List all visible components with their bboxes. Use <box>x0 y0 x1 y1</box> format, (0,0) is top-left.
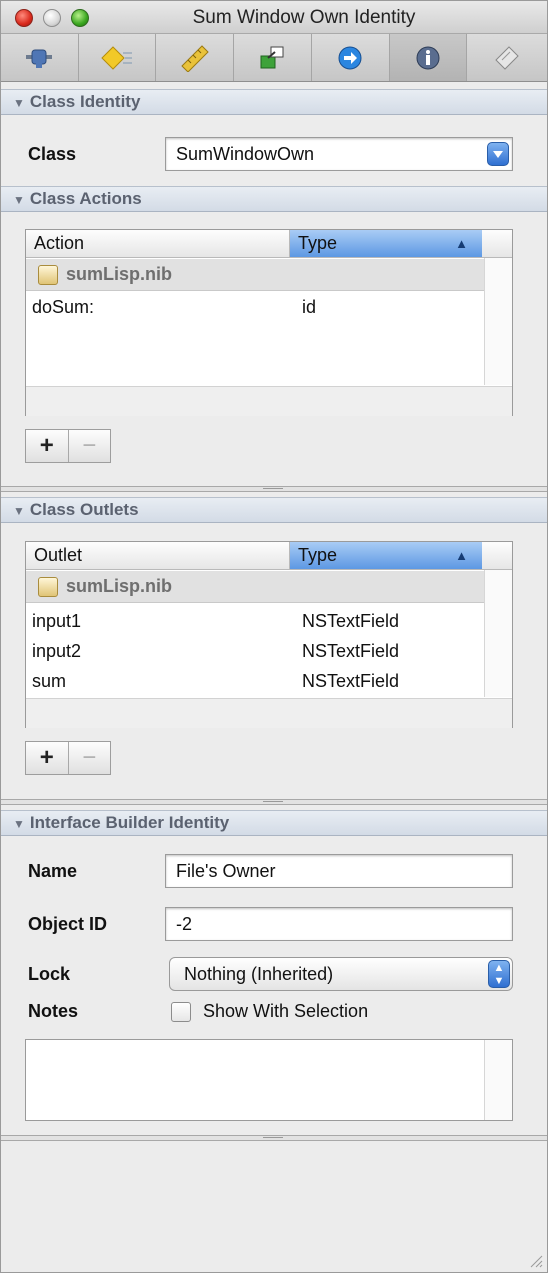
nib-file-icon <box>38 577 58 597</box>
disclosure-triangle-icon[interactable]: ▼ <box>13 193 25 207</box>
outlet-type[interactable]: NSTextField <box>302 606 399 636</box>
sort-ascending-icon: ▲ <box>455 236 468 251</box>
group-row[interactable]: sumLisp.nib <box>26 259 484 291</box>
disclosure-triangle-icon[interactable]: ▼ <box>13 504 25 518</box>
outlets-add-remove: + − <box>25 741 111 775</box>
object-id-field[interactable]: -2 <box>165 907 513 941</box>
section-splitter[interactable] <box>1 799 547 805</box>
lock-value: Nothing (Inherited) <box>184 964 334 984</box>
effects-icon <box>101 45 133 70</box>
connections-icon <box>260 46 284 68</box>
window-title: Sum Window Own Identity <box>192 7 416 28</box>
bindings-icon <box>338 46 362 69</box>
attributes-icon <box>26 49 53 68</box>
chevron-down-icon <box>493 151 503 158</box>
column-header-type[interactable]: Type ▲ <box>290 230 482 258</box>
column-header-outlet[interactable]: Outlet <box>26 542 290 570</box>
outlet-name[interactable]: sum <box>32 666 66 696</box>
add-outlet-button[interactable]: + <box>26 742 69 774</box>
section-title: Class Actions <box>29 189 142 208</box>
script-icon <box>495 45 519 70</box>
section-title: Class Identity <box>29 92 141 111</box>
section-splitter[interactable] <box>1 486 547 492</box>
remove-outlet-button[interactable]: − <box>69 742 111 774</box>
lock-label: Lock <box>28 964 71 984</box>
column-header-type[interactable]: Type ▲ <box>290 542 482 570</box>
tab-size[interactable] <box>156 34 235 81</box>
section-title: Interface Builder Identity <box>29 813 230 832</box>
group-label: sumLisp.nib <box>66 264 173 284</box>
horizontal-scrollbar[interactable] <box>26 386 512 416</box>
name-label: Name <box>28 861 78 881</box>
object-id-label: Object ID <box>28 914 108 934</box>
outlet-type[interactable]: NSTextField <box>302 666 399 696</box>
column-header-filler <box>482 230 512 258</box>
inspector-toolbar <box>1 34 547 82</box>
combo-dropdown-button[interactable] <box>487 142 509 166</box>
column-header-label: Type <box>298 545 338 565</box>
group-label: sumLisp.nib <box>66 576 173 596</box>
vertical-scrollbar[interactable] <box>484 570 512 697</box>
vertical-scrollbar[interactable] <box>484 258 512 385</box>
name-field[interactable]: File's Owner <box>165 854 513 888</box>
info-icon <box>416 46 440 69</box>
splitter-grip-icon <box>263 801 283 803</box>
outlet-name[interactable]: input2 <box>32 636 81 666</box>
splitter-grip-icon <box>263 1137 283 1139</box>
add-action-button[interactable]: + <box>26 430 69 462</box>
ruler-icon <box>181 44 209 72</box>
vertical-scrollbar[interactable] <box>484 1040 512 1120</box>
column-header-label: Type <box>298 233 338 253</box>
column-header-action[interactable]: Action <box>26 230 290 258</box>
tab-attributes[interactable] <box>1 34 79 81</box>
action-name[interactable]: doSum: <box>32 292 94 322</box>
outlets-table[interactable]: Outlet Type ▲ sumLisp.nib input1 NSTextF… <box>25 541 513 728</box>
tab-bindings[interactable] <box>312 34 390 81</box>
resize-grip-icon[interactable] <box>529 1254 543 1268</box>
class-combo-field[interactable]: SumWindowOwn <box>165 137 513 171</box>
group-row[interactable]: sumLisp.nib <box>26 571 484 603</box>
object-id-value: -2 <box>176 914 193 934</box>
tab-identity[interactable] <box>389 34 468 81</box>
section-title: Class Outlets <box>29 500 139 519</box>
ib-identity-header[interactable]: ▼ Interface Builder Identity <box>1 810 547 836</box>
remove-action-button[interactable]: − <box>69 430 111 462</box>
nib-file-icon <box>38 265 58 285</box>
class-outlets-header[interactable]: ▼ Class Outlets <box>1 497 547 523</box>
tab-applescript[interactable] <box>467 34 547 81</box>
disclosure-triangle-icon[interactable]: ▼ <box>13 96 25 110</box>
outlet-type[interactable]: NSTextField <box>302 636 399 666</box>
inspector-window: Sum Window Own Identity ▼ Class Identity… <box>0 0 548 1273</box>
tab-effects[interactable] <box>79 34 157 81</box>
sort-ascending-icon: ▲ <box>455 548 468 563</box>
actions-table[interactable]: Action Type ▲ sumLisp.nib doSum: id <box>25 229 513 416</box>
action-type[interactable]: id <box>302 292 316 322</box>
outlet-name[interactable]: input1 <box>32 606 81 636</box>
class-identity-header[interactable]: ▼ Class Identity <box>1 89 547 115</box>
notes-label: Notes <box>28 1001 79 1021</box>
notes-textarea[interactable] <box>25 1039 513 1121</box>
splitter-grip-icon <box>263 488 283 490</box>
section-splitter[interactable] <box>1 1135 547 1141</box>
actions-add-remove: + − <box>25 429 111 463</box>
class-actions-header[interactable]: ▼ Class Actions <box>1 186 547 212</box>
class-label: Class <box>28 144 77 164</box>
name-value: File's Owner <box>176 861 276 881</box>
popup-arrows-icon: ▲ ▼ <box>488 960 510 988</box>
show-with-selection-label[interactable]: Show With Selection <box>203 1001 368 1022</box>
class-value: SumWindowOwn <box>176 144 315 164</box>
column-header-filler <box>482 542 512 570</box>
horizontal-scrollbar[interactable] <box>26 698 512 728</box>
tab-connections[interactable] <box>234 34 312 81</box>
show-with-selection-checkbox[interactable] <box>171 1002 191 1022</box>
lock-popup[interactable]: Nothing (Inherited) ▲ ▼ <box>169 957 513 991</box>
title-bar[interactable]: Sum Window Own Identity <box>1 1 547 34</box>
disclosure-triangle-icon[interactable]: ▼ <box>13 817 25 831</box>
